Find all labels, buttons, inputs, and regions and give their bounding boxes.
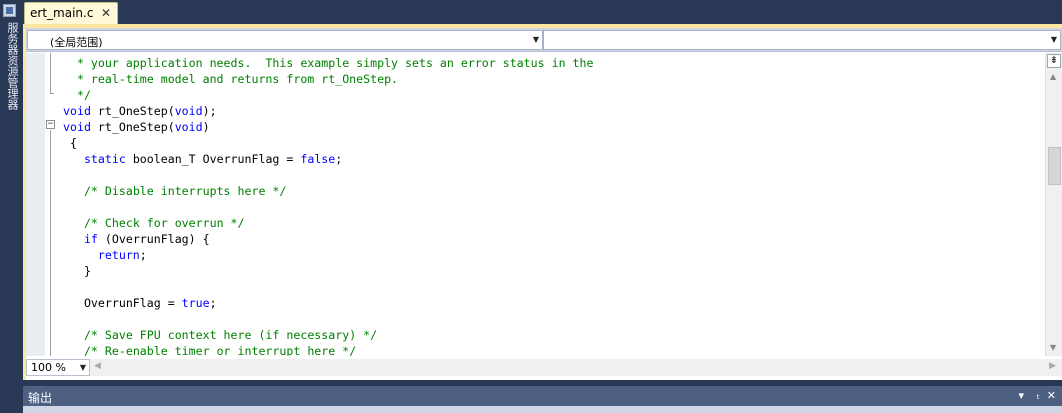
tab-title: ert_main.c — [30, 6, 94, 20]
member-dropdown[interactable]: ▼ — [543, 30, 1061, 50]
code-line[interactable]: /* Disable interrupts here */ — [63, 183, 286, 199]
code-comment: * real-time model and returns from rt_On… — [63, 72, 399, 86]
code-line[interactable]: return; — [63, 247, 147, 263]
code-keyword: false — [300, 152, 336, 166]
code-line[interactable]: * your application needs. This example s… — [63, 55, 594, 71]
output-toolbar — [23, 406, 1062, 413]
code-text: ); — [202, 104, 217, 118]
pin-icon[interactable]: ₜ — [1037, 389, 1040, 402]
code-text-area[interactable]: − * your application needs. This example… — [26, 53, 1045, 356]
code-line[interactable]: if (OverrunFlag) { — [63, 231, 210, 247]
tab-ert-main[interactable]: ert_main.c ✕ — [24, 2, 118, 26]
code-keyword: if — [83, 232, 98, 246]
code-text: ; — [209, 296, 217, 310]
left-tool-strip: 服务器资源管理器 — [0, 0, 20, 413]
output-panel: 输出 ▾ ₜ ✕ — [23, 386, 1062, 413]
chevron-down-icon: ▼ — [532, 35, 539, 44]
close-icon[interactable]: ✕ — [101, 6, 111, 20]
code-keyword: true — [181, 296, 210, 310]
code-comment: /* Check for overrun */ — [83, 216, 245, 230]
chevron-down-icon: ▼ — [79, 363, 86, 372]
code-line[interactable]: /* Save FPU context here (if necessary) … — [63, 327, 377, 343]
code-line[interactable]: */ — [63, 87, 91, 103]
code-comment: /* Disable interrupts here */ — [83, 184, 287, 198]
scroll-down-icon[interactable]: ▼ — [1050, 343, 1056, 352]
scroll-thumb[interactable] — [1048, 147, 1061, 185]
code-text: rt_OneStep( — [90, 104, 175, 118]
close-icon[interactable]: ✕ — [1047, 389, 1056, 402]
code-keyword: void — [174, 104, 203, 118]
code-line[interactable]: OverrunFlag = true; — [63, 295, 217, 311]
code-line[interactable]: /* Re-enable timer or interrupt here */ — [63, 343, 356, 356]
code-line[interactable]: } — [63, 263, 91, 279]
outline-guide — [50, 130, 51, 356]
vertical-scrollbar[interactable]: ⇟ ▲ ▼ — [1045, 53, 1062, 356]
zoom-dropdown[interactable]: 100 % ▼ — [26, 359, 90, 376]
code-comment: /* Save FPU context here (if necessary) … — [83, 328, 378, 342]
navigation-bar: (全局范围) ▼ ▼ — [26, 28, 1062, 52]
code-line[interactable]: /* Check for overrun */ — [63, 215, 245, 231]
chevron-down-icon: ▼ — [1050, 35, 1057, 44]
code-text: boolean_T OverrunFlag = — [125, 152, 301, 166]
scroll-up-icon[interactable]: ▲ — [1050, 72, 1056, 81]
code-comment: */ — [63, 88, 91, 102]
code-line[interactable]: * real-time model and returns from rt_On… — [63, 71, 398, 87]
code-keyword: void — [63, 104, 91, 118]
dropdown-icon[interactable]: ▾ — [1018, 389, 1024, 402]
document-tab-strip: ert_main.c ✕ — [23, 0, 1062, 26]
code-text: ; — [139, 248, 147, 262]
code-text: (OverrunFlag) { — [97, 232, 210, 246]
server-explorer-icon[interactable] — [3, 4, 16, 17]
server-explorer-tab[interactable]: 服务器资源管理器 — [2, 22, 19, 110]
code-keyword: return — [97, 248, 140, 262]
scroll-left-icon[interactable]: ◀ — [94, 361, 101, 371]
code-text: ) — [202, 120, 210, 134]
code-text: rt_OneStep( — [90, 120, 175, 134]
outline-guide — [50, 53, 51, 93]
code-text: } — [63, 264, 91, 278]
code-keyword: void — [63, 120, 91, 134]
zoom-value: 100 % — [31, 361, 66, 374]
scope-dropdown[interactable]: (全局范围) ▼ — [27, 30, 543, 50]
code-line[interactable]: { — [63, 135, 77, 151]
outlining-margin: − — [45, 53, 59, 356]
code-line[interactable]: static boolean_T OverrunFlag = false; — [63, 151, 342, 167]
minus-box-icon[interactable]: − — [46, 120, 55, 129]
code-text: ; — [335, 152, 343, 166]
horizontal-scrollbar[interactable]: ◀ ▶ — [90, 359, 1062, 376]
code-line[interactable]: void rt_OneStep(void) — [63, 119, 210, 135]
code-editor: (全局范围) ▼ ▼ − * your application needs. T… — [23, 28, 1062, 380]
code-comment: * your application needs. This example s… — [63, 56, 594, 70]
code-line[interactable]: void rt_OneStep(void); — [63, 103, 217, 119]
scope-value: (全局范围) — [50, 36, 103, 49]
outline-guide-end — [50, 93, 54, 94]
code-keyword: static — [83, 152, 126, 166]
code-comment: /* Re-enable timer or interrupt here */ — [83, 344, 357, 356]
indicator-margin — [26, 53, 45, 356]
scroll-right-icon[interactable]: ▶ — [1049, 361, 1056, 371]
split-handle-icon[interactable]: ⇟ — [1047, 54, 1061, 68]
output-panel-title: 输出 — [28, 391, 53, 405]
code-keyword: void — [174, 120, 203, 134]
code-text: OverrunFlag = — [63, 296, 182, 310]
code-text: { — [63, 136, 77, 150]
